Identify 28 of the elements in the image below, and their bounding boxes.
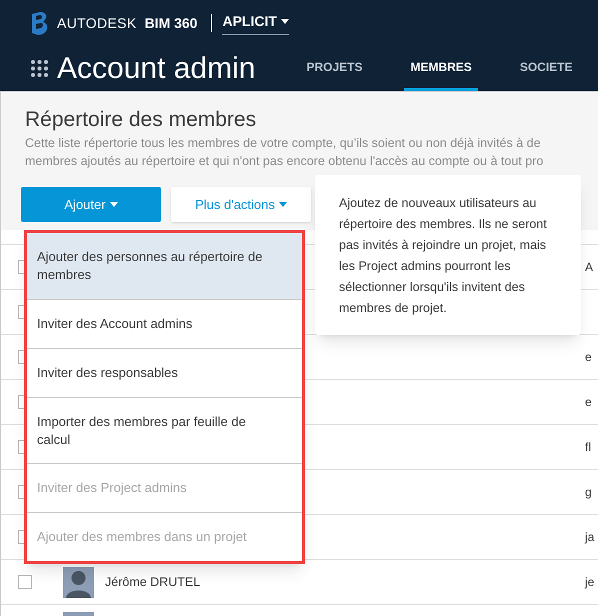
- caret-icon: [280, 19, 289, 24]
- email-cell-text: e: [585, 394, 592, 411]
- menu-item[interactable]: Inviter des Account admins: [27, 299, 302, 348]
- nav-tab[interactable]: SOCIETE: [514, 46, 578, 91]
- menu-item[interactable]: Inviter des responsables: [27, 348, 302, 397]
- menu-item[interactable]: Importer des membres par feuille de calcul: [27, 397, 302, 463]
- email-cell-text: fl: [585, 439, 591, 456]
- account-dropdown[interactable]: APLICIT: [222, 11, 289, 35]
- menu-item[interactable]: Ajouter des personnes au répertoire de membres: [27, 233, 302, 299]
- description-text: Cette liste répertorie tous les membres de votre compte, qu’ils soient ou non déjà invités à de: [25, 135, 542, 152]
- email-cell-text: g: [585, 484, 592, 501]
- page-heading: Répertoire des membres: [25, 107, 258, 133]
- email-cell-text: A: [585, 259, 594, 276]
- row-checkbox[interactable]: [18, 575, 32, 589]
- email-cell-text: ja: [585, 529, 594, 546]
- email-cell-text: e: [585, 349, 592, 366]
- brand-name: AUTODESK: [57, 14, 137, 32]
- caret-icon: [110, 202, 118, 207]
- description-text: membres ajoutés au répertoire et qui n'ont pas encore obtenu l'accès au compte ou à tout pro: [25, 153, 544, 170]
- member-name: Jérôme DRUTEL: [105, 574, 200, 591]
- nav-tab[interactable]: PROJETS: [300, 46, 368, 91]
- logo-icon: [31, 12, 48, 34]
- email-cell-text: je: [585, 574, 594, 591]
- product-name: BIM 360: [144, 14, 198, 32]
- tooltip: Ajoutez de nouveaux utilisateurs au répertoire des membres. Ils ne seront pas invités à rejoindre un projet, mais les Project admins pourront les sélectionner lorsqu'ils invitent des membres de projet.: [315, 175, 581, 335]
- caret-icon: [278, 202, 287, 207]
- apps-grid-icon[interactable]: [31, 60, 48, 77]
- app-title: Account admin: [57, 54, 256, 84]
